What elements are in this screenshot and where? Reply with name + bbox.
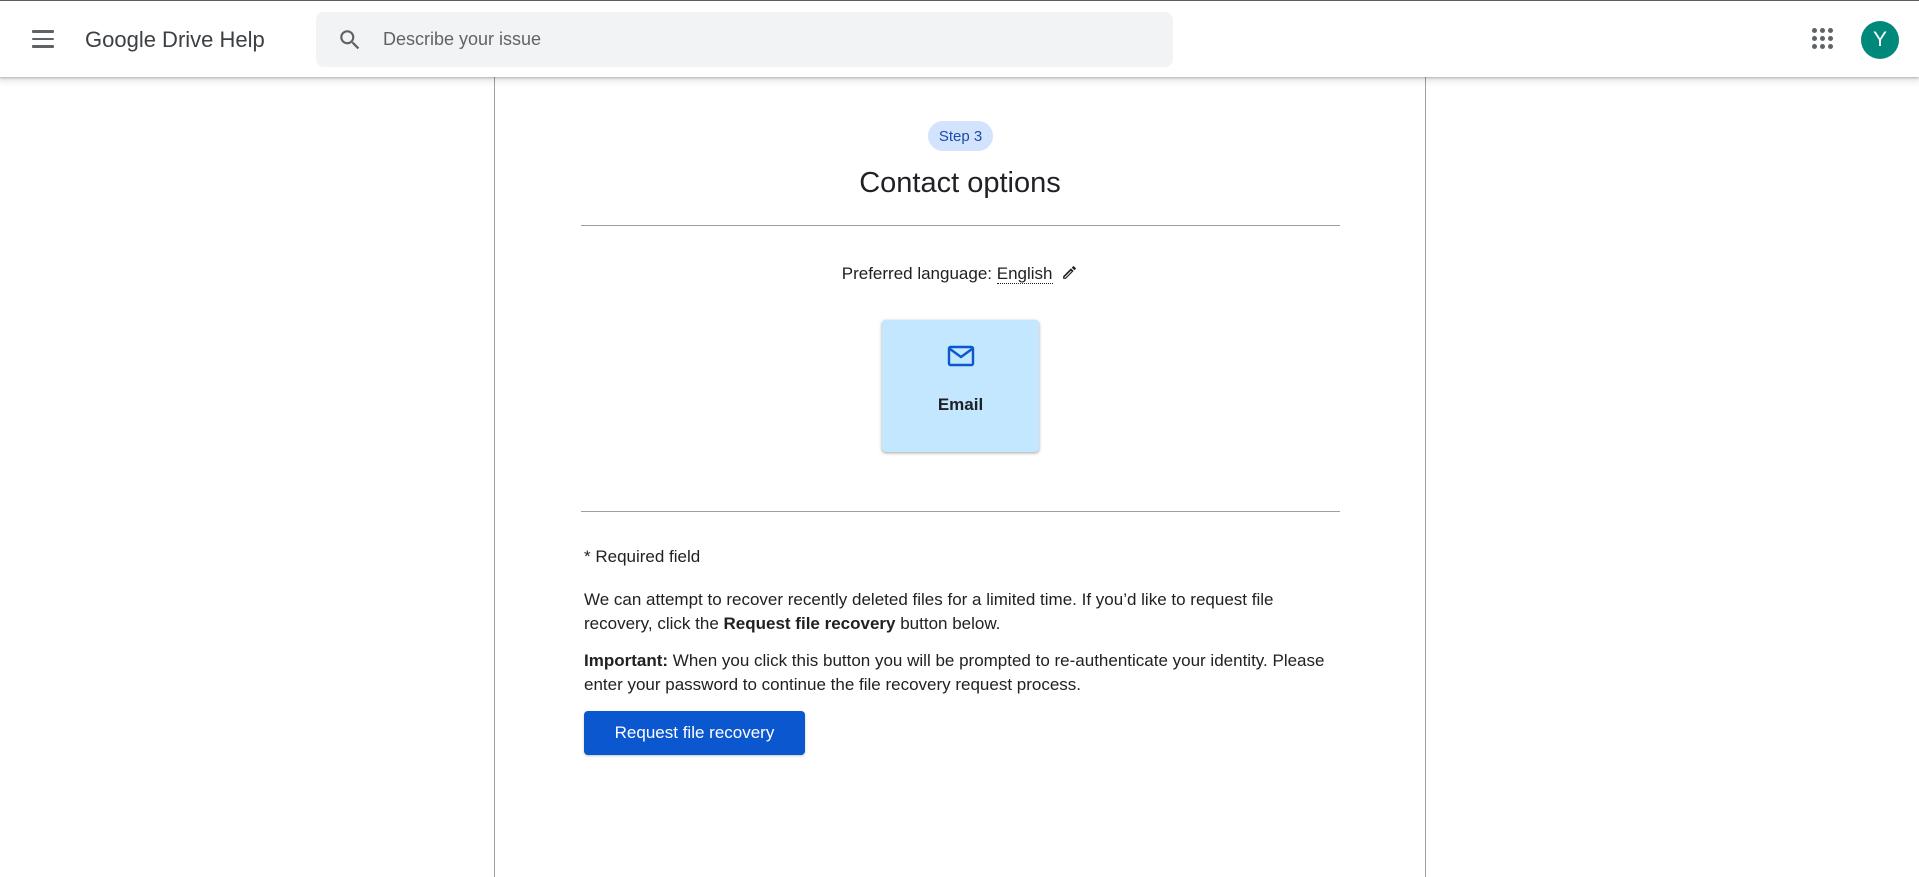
page-title: Contact options: [859, 167, 1061, 199]
preferred-language-link[interactable]: English: [996, 264, 1053, 284]
important-label: Important:: [584, 651, 669, 670]
important-text: When you click this button you will be p…: [584, 651, 1325, 694]
contact-options-card: Step 3 Contact options Preferred languag…: [494, 77, 1426, 877]
email-contact-option[interactable]: Email: [882, 320, 1039, 452]
recovery-description: We can attempt to recover recently delet…: [584, 588, 1344, 636]
preferred-language-label: Preferred language:: [841, 264, 993, 283]
apps-grid-icon[interactable]: [1810, 26, 1834, 50]
account-avatar[interactable]: Y: [1861, 21, 1899, 59]
top-app-bar: Google Drive Help Y: [0, 1, 1919, 77]
required-field-note: * Required field: [584, 547, 701, 566]
step-badge: Step 3: [928, 121, 993, 151]
search-bar[interactable]: [316, 12, 1173, 67]
pencil-icon[interactable]: [1061, 264, 1078, 281]
mail-icon: [947, 345, 975, 367]
product-name[interactable]: Google Drive Help: [85, 27, 265, 53]
hamburger-menu-icon[interactable]: [22, 21, 64, 57]
important-note: Important: When you click this button yo…: [584, 649, 1344, 697]
email-option-label: Email: [937, 395, 984, 414]
search-input[interactable]: [383, 12, 1143, 67]
search-icon[interactable]: [337, 27, 363, 53]
divider-top: [581, 225, 1340, 226]
divider-bottom: [581, 511, 1340, 512]
preferred-language-row: Preferred language: English: [495, 264, 1425, 284]
recovery-description-bold: Request file recovery: [723, 614, 896, 633]
request-file-recovery-button[interactable]: Request file recovery: [584, 711, 805, 755]
recovery-description-text-end: button below.: [895, 614, 1001, 633]
